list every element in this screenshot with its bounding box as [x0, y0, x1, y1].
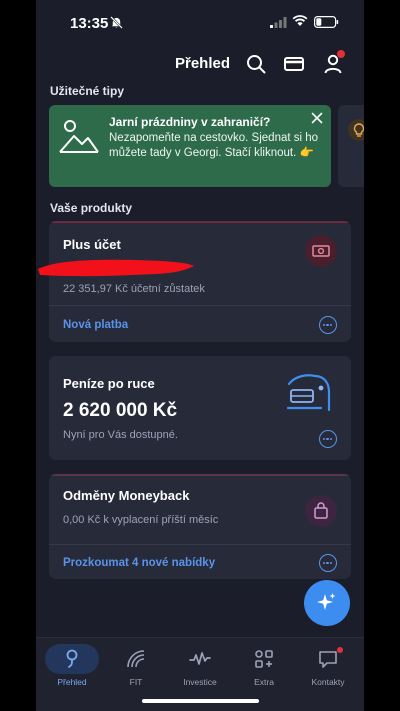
card-accent — [49, 221, 351, 223]
account-title: Plus účet — [63, 237, 121, 252]
fit-icon — [127, 650, 145, 668]
new-payment-link[interactable]: Nová platba — [63, 319, 128, 331]
redaction-mark — [38, 259, 194, 277]
moneyback-amount: 0,00 Kč k vyplacení příští měsíc — [63, 514, 219, 526]
nav-item-investments[interactable]: Investice — [168, 642, 232, 692]
investment-icon — [189, 652, 211, 665]
next-tip-card[interactable] — [338, 105, 364, 187]
moneyback-card[interactable]: Odměny Moneyback 0,00 Kč k vyplacení pří… — [49, 474, 351, 579]
page-title: Přehled — [175, 55, 231, 72]
nav-item-extra[interactable]: Extra — [232, 642, 296, 692]
extra-icon — [255, 650, 273, 668]
delivery-illustration-icon — [286, 374, 331, 412]
top-header: Přehled — [36, 50, 364, 78]
moneyback-title: Odměny Moneyback — [63, 488, 190, 503]
plus-account-card[interactable]: Plus účet 22 351,97 Kč účetní zůstatek N… — [49, 221, 351, 342]
shopping-bag-icon — [305, 495, 337, 527]
wifi-icon — [292, 15, 308, 26]
nav-item-overview[interactable]: Přehled — [40, 642, 104, 692]
card-divider — [49, 544, 351, 545]
tip-text: Nezapomeňte na cestovko. Sjednat si ho m… — [109, 132, 319, 159]
assistant-button[interactable] — [304, 580, 350, 626]
close-icon[interactable] — [311, 112, 323, 124]
nav-label: Investice — [183, 677, 217, 687]
more-options-button[interactable] — [319, 430, 337, 448]
notification-dot — [337, 647, 343, 653]
nav-item-fit[interactable]: FIT — [104, 642, 168, 692]
nav-label: FIT — [129, 677, 143, 687]
tip-heading: Jarní prázdniny v zahraničí? — [109, 115, 271, 129]
banknote-icon — [305, 235, 337, 267]
card-icon[interactable] — [283, 53, 305, 75]
cash-loan-card[interactable]: Peníze po ruce 2 620 000 Kč Nyní pro Vás… — [49, 356, 351, 460]
app-screen: 13:35 Přehled Užitečné tipy Jarní prázdn… — [36, 0, 364, 711]
status-bar: 13:35 — [36, 0, 364, 46]
cellular-signal-icon — [270, 17, 287, 28]
tip-card[interactable]: Jarní prázdniny v zahraničí? Nezapomeňte… — [49, 105, 331, 187]
card-divider — [49, 305, 351, 306]
notification-dot — [337, 50, 345, 58]
loan-availability: Nyní pro Vás dostupné. — [63, 429, 178, 441]
nav-label: Kontakty — [311, 677, 345, 687]
loan-title: Peníze po ruce — [63, 376, 155, 391]
nav-label: Přehled — [57, 677, 87, 687]
products-section-title: Vaše produkty — [50, 201, 133, 215]
lightbulb-icon — [348, 119, 364, 141]
search-icon[interactable] — [245, 53, 267, 75]
sparkle-icon — [317, 593, 336, 610]
landscape-icon — [59, 120, 99, 153]
home-indicator — [142, 699, 259, 703]
tips-section-title: Užitečné tipy — [50, 84, 125, 98]
account-balance: 22 351,97 Kč účetní zůstatek — [63, 283, 205, 295]
more-options-button[interactable] — [319, 316, 337, 334]
loan-amount: 2 620 000 Kč — [63, 400, 178, 421]
nav-item-contacts[interactable]: Kontakty — [296, 642, 360, 692]
overview-icon — [66, 649, 78, 668]
more-options-button[interactable] — [319, 554, 337, 572]
nav-label: Extra — [254, 677, 274, 687]
silent-mode-icon — [110, 16, 123, 29]
explore-offers-link[interactable]: Prozkoumat 4 nové nabídky — [63, 557, 215, 569]
battery-icon — [314, 16, 339, 28]
status-time: 13:35 — [70, 15, 109, 32]
card-accent — [49, 474, 351, 476]
